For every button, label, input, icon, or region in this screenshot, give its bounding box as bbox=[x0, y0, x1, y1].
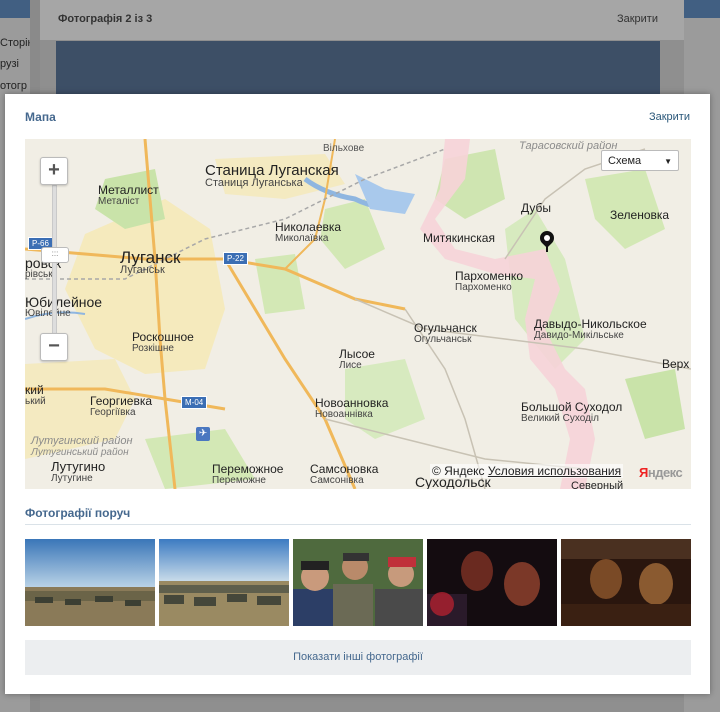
background-left-item: отогр bbox=[0, 80, 28, 92]
map-label: Луганск Луганськ bbox=[120, 248, 181, 276]
map-label: Лысое Лисе bbox=[339, 347, 375, 371]
photo-viewer-title: Фотографія 2 із 3 bbox=[58, 13, 153, 25]
map-label: Дубы bbox=[521, 201, 552, 215]
map-copyright: © Яндекс Условия использования bbox=[430, 464, 624, 478]
road-shield: М-04 bbox=[181, 396, 208, 409]
map-label: Вільхове bbox=[323, 143, 365, 154]
airport-icon: ✈ bbox=[196, 427, 210, 441]
road-shield: Р-22 bbox=[223, 252, 248, 265]
map-label: Станица Луганская Станиця Луганська bbox=[205, 162, 339, 189]
background-top-bar bbox=[0, 0, 30, 18]
map-label: Лутугино Лутугине bbox=[51, 459, 106, 484]
map-dialog-close-link[interactable]: Закрити bbox=[649, 111, 690, 123]
map-label: кий ький bbox=[25, 383, 46, 407]
map-label: Большой Суходол Великий Суходіл bbox=[521, 400, 623, 424]
map-label: Роскошное Розкішне bbox=[132, 330, 194, 354]
map-label: Огульчанск Огульчанськ bbox=[414, 321, 477, 345]
zoom-slider-track[interactable] bbox=[52, 185, 57, 352]
map-label: Зеленовка bbox=[610, 208, 670, 222]
map-label: Давыдо-Никольское Давидо-Микільське bbox=[534, 317, 647, 341]
map-label: Лутугинский район Лутугинський район bbox=[31, 435, 133, 458]
nearby-photo-thumbnail[interactable] bbox=[427, 539, 557, 626]
map-label: Пархоменко Пархоменко bbox=[455, 269, 523, 293]
background-left-item: рузі bbox=[0, 58, 19, 70]
yandex-logo-rest: ндекс bbox=[647, 465, 683, 480]
nearby-photo-thumbnail[interactable] bbox=[561, 539, 691, 626]
map-label: Переможное Переможне bbox=[212, 462, 284, 486]
map-label: Николаевка Миколаївка bbox=[275, 220, 342, 244]
map-dialog-title: Мапа bbox=[25, 110, 56, 124]
background-top-bar-right bbox=[684, 0, 720, 18]
zoom-in-button[interactable]: + bbox=[40, 157, 68, 185]
map-view[interactable]: Станица Луганская Станиця Луганська Вільх… bbox=[25, 139, 691, 489]
nearby-photos-list bbox=[25, 539, 691, 626]
location-pin-stem bbox=[546, 243, 548, 252]
map-label: Георгиевка Георгіївка bbox=[90, 394, 153, 418]
background-left-item: Сторін bbox=[0, 37, 30, 49]
map-label: Северный bbox=[571, 480, 624, 489]
show-more-photos-button[interactable]: Показати інші фотографії bbox=[25, 640, 691, 675]
map-layer-select-value: Схема bbox=[608, 155, 642, 167]
photo-viewer-close-link[interactable]: Закрити bbox=[617, 13, 658, 25]
map-label: Верх bbox=[662, 357, 690, 371]
map-label: Юбилейное Ювілейне bbox=[25, 294, 103, 319]
map-layer-select[interactable]: Схема ▼ bbox=[601, 150, 679, 171]
map-label: Металлист Металіст bbox=[98, 183, 159, 207]
yandex-logo[interactable]: Яндекс bbox=[639, 465, 683, 480]
copyright-text: © Яндекс bbox=[432, 464, 485, 478]
chevron-down-icon: ▼ bbox=[664, 157, 672, 166]
map-label: Самсоновка Самсонівка bbox=[310, 462, 379, 486]
nearby-photo-thumbnail[interactable] bbox=[293, 539, 423, 626]
map-label: Новоанновка Новоаннівка bbox=[315, 396, 389, 420]
terms-of-use-link[interactable]: Условия использования bbox=[488, 464, 621, 478]
map-label: Митякинская bbox=[423, 231, 495, 245]
yandex-logo-letter: Я bbox=[639, 465, 648, 480]
zoom-out-button[interactable]: − bbox=[40, 333, 68, 361]
zoom-slider-handle[interactable]: ::: bbox=[41, 247, 69, 263]
map-dialog: Мапа Закрити Станица Луганская Станиця Л… bbox=[5, 94, 710, 694]
nearby-photo-thumbnail[interactable] bbox=[25, 539, 155, 626]
nearby-photo-thumbnail[interactable] bbox=[159, 539, 289, 626]
nearby-photos-title: Фотографії поруч bbox=[25, 506, 131, 520]
photo-viewer-image[interactable] bbox=[56, 41, 660, 101]
divider bbox=[25, 524, 691, 525]
